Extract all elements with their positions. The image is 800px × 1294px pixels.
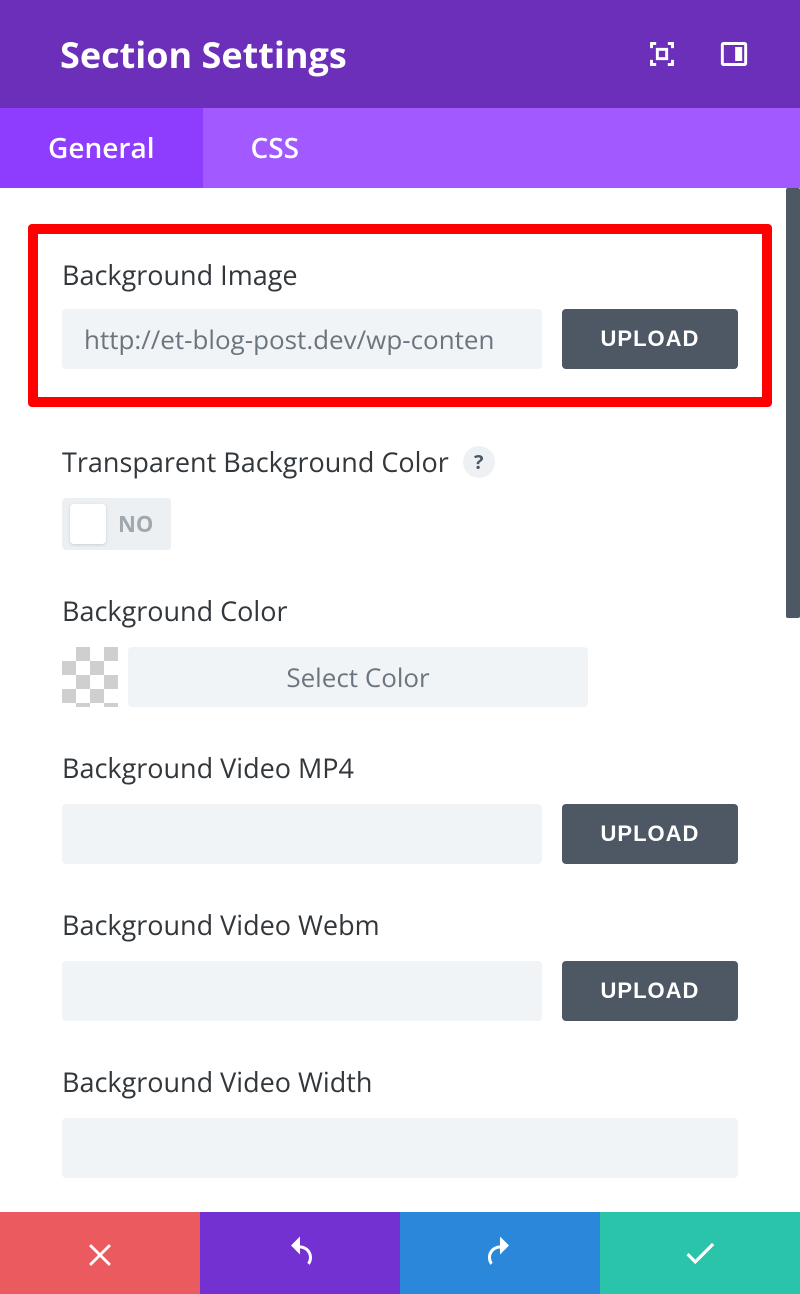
expand-icon[interactable] xyxy=(646,38,678,70)
tab-bar: General CSS xyxy=(0,108,800,188)
select-color-button[interactable]: Select Color xyxy=(128,647,588,707)
bg-video-width-input[interactable] xyxy=(62,1118,738,1178)
snap-panel-icon[interactable] xyxy=(718,38,750,70)
color-swatch-transparent[interactable] xyxy=(62,647,118,707)
bg-color-field: Background Color Select Color xyxy=(62,592,738,707)
bg-image-label: Background Image xyxy=(62,256,738,293)
header-icon-group xyxy=(646,38,750,70)
bg-image-upload-button[interactable]: UPLOAD xyxy=(562,309,738,369)
close-icon xyxy=(83,1236,117,1270)
bg-video-mp4-upload-button[interactable]: UPLOAD xyxy=(562,804,738,864)
confirm-button[interactable] xyxy=(600,1212,800,1294)
scrollbar-thumb[interactable] xyxy=(786,188,800,618)
bg-video-webm-field: Background Video Webm UPLOAD xyxy=(62,906,738,1021)
bg-video-width-field: Background Video Width xyxy=(62,1063,738,1178)
tab-general[interactable]: General xyxy=(0,108,203,188)
redo-icon xyxy=(482,1235,518,1271)
undo-button[interactable] xyxy=(200,1212,400,1294)
transparent-bg-field: Transparent Background Color ? NO xyxy=(62,443,738,550)
cancel-button[interactable] xyxy=(0,1212,200,1294)
bg-video-webm-upload-button[interactable]: UPLOAD xyxy=(562,961,738,1021)
background-image-field-highlighted: Background Image UPLOAD xyxy=(28,224,772,407)
bg-video-webm-label: Background Video Webm xyxy=(62,906,738,943)
bg-video-mp4-label: Background Video MP4 xyxy=(62,749,738,786)
bg-video-mp4-field: Background Video MP4 UPLOAD xyxy=(62,749,738,864)
transparent-bg-label: Transparent Background Color xyxy=(62,443,449,480)
redo-button[interactable] xyxy=(400,1212,600,1294)
bg-video-mp4-input[interactable] xyxy=(62,804,542,864)
transparent-bg-toggle[interactable]: NO xyxy=(62,498,171,550)
bg-color-label: Background Color xyxy=(62,592,738,629)
toggle-state-label: NO xyxy=(118,509,153,539)
content-scroll-area: Background Image UPLOAD Transparent Back… xyxy=(0,188,800,1212)
settings-content: Background Image UPLOAD Transparent Back… xyxy=(0,188,800,1178)
modal-footer xyxy=(0,1212,800,1294)
bg-video-width-label: Background Video Width xyxy=(62,1063,738,1100)
bg-image-input[interactable] xyxy=(62,309,542,369)
undo-icon xyxy=(282,1235,318,1271)
tab-css[interactable]: CSS xyxy=(203,108,348,188)
modal-title: Section Settings xyxy=(60,30,347,79)
toggle-knob xyxy=(70,504,106,544)
bg-video-webm-input[interactable] xyxy=(62,961,542,1021)
check-icon xyxy=(681,1234,719,1272)
help-icon[interactable]: ? xyxy=(463,446,495,478)
modal-header: Section Settings xyxy=(0,0,800,108)
